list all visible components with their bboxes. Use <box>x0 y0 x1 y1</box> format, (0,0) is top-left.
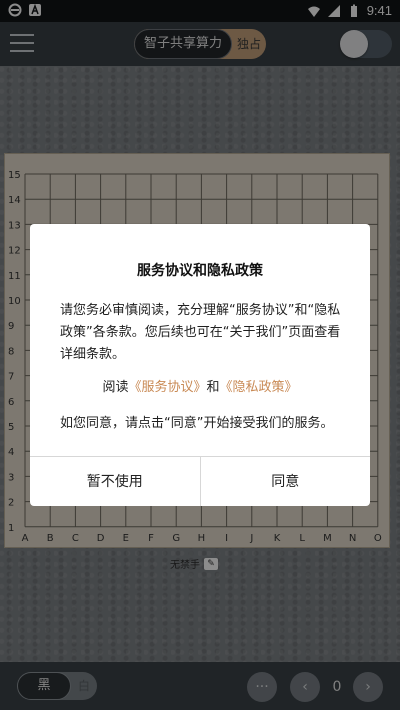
chevron-right-icon: › <box>365 679 371 695</box>
bottom-bar: 黑 白 ··· ‹ 0 › <box>0 662 400 710</box>
chevron-left-icon: ‹ <box>302 679 308 695</box>
read-prefix: 阅读 <box>102 380 129 395</box>
agree-button[interactable]: 同意 <box>199 457 371 506</box>
stone-color-switch[interactable]: 黑 白 <box>17 672 97 700</box>
black-option[interactable]: 黑 <box>17 672 71 700</box>
dialog-actions: 暂不使用 同意 <box>30 456 370 506</box>
consent-text: 如您同意，请点击“同意”开始接受我们的服务。 <box>60 416 334 431</box>
privacy-dialog: 服务协议和隐私政策 请您务必审慎阅读，充分理解“服务协议”和“隐私政策”各条款。… <box>30 224 370 506</box>
more-button[interactable]: ··· <box>247 672 277 702</box>
privacy-policy-link[interactable]: 《隐私政策》 <box>220 380 298 395</box>
decline-button[interactable]: 暂不使用 <box>30 457 200 506</box>
move-count: 0 <box>332 679 342 695</box>
service-agreement-link[interactable]: 《服务协议》 <box>128 380 206 395</box>
dialog-title: 服务协议和隐私政策 <box>137 263 263 279</box>
next-move-button[interactable]: › <box>353 672 383 702</box>
prev-move-button[interactable]: ‹ <box>290 672 320 702</box>
and-text: 和 <box>206 380 220 395</box>
white-option[interactable]: 白 <box>73 672 95 700</box>
dialog-body: 请您务必审慎阅读，充分理解“服务协议”和“隐私政策”各条款。您后续也可在“关于我… <box>60 303 341 362</box>
dialog-links: 阅读《服务协议》和《隐私政策》 <box>30 376 370 395</box>
